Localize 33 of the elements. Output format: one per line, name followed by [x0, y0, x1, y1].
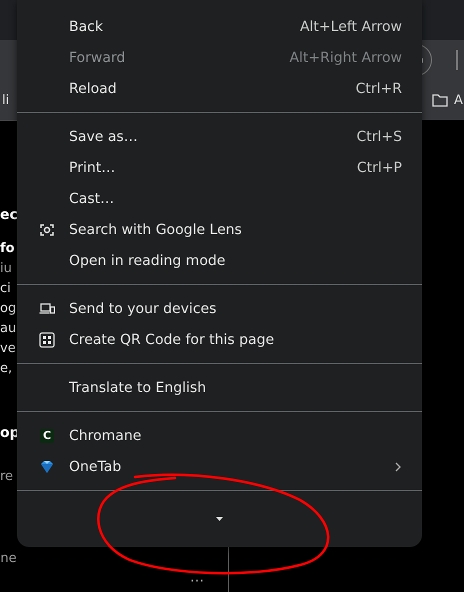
menu-item[interactable]: C Chromane [17, 420, 422, 451]
page-text: ci [0, 280, 12, 298]
toolbar-divider [456, 50, 458, 70]
page-text: e, [0, 360, 14, 378]
menu-item[interactable]: Open in reading mode [17, 245, 422, 276]
qr-code-icon [39, 332, 55, 348]
page-text: au [0, 320, 17, 338]
menu-item[interactable]: Back Alt+Left Arrow [17, 11, 422, 42]
page-text: fo [0, 240, 16, 258]
menu-item[interactable]: Translate to English [17, 372, 422, 403]
menu-item[interactable]: Reload Ctrl+R [17, 73, 422, 104]
menu-item[interactable]: Send to your devices [17, 293, 422, 324]
page-text: ne [0, 550, 17, 568]
menu-item[interactable]: Cast… [17, 183, 422, 214]
page-text: ve [0, 340, 17, 358]
lens-icon [39, 222, 55, 238]
menu-item[interactable]: Create QR Code for this page [17, 324, 422, 355]
extension-icon: C [40, 428, 54, 442]
gem-icon [39, 458, 55, 474]
caret-icon[interactable] [216, 517, 223, 521]
menu-item[interactable]: Save as… Ctrl+S [17, 121, 422, 152]
bookmark-folder-label[interactable]: A [454, 92, 464, 108]
more-options-icon[interactable]: ⋯ [190, 547, 214, 592]
folder-icon[interactable] [432, 93, 448, 107]
menu-item[interactable]: OneTab [17, 451, 422, 482]
menu-item[interactable]: Search with Google Lens [17, 214, 422, 245]
page-text: iu [0, 260, 13, 278]
bookmark-link[interactable]: li [0, 92, 10, 108]
page-text: og [0, 300, 17, 318]
page-text: re [0, 468, 14, 486]
menu-item[interactable]: Print… Ctrl+P [17, 152, 422, 183]
devices-icon [39, 300, 55, 316]
page-text: ec [0, 206, 17, 225]
